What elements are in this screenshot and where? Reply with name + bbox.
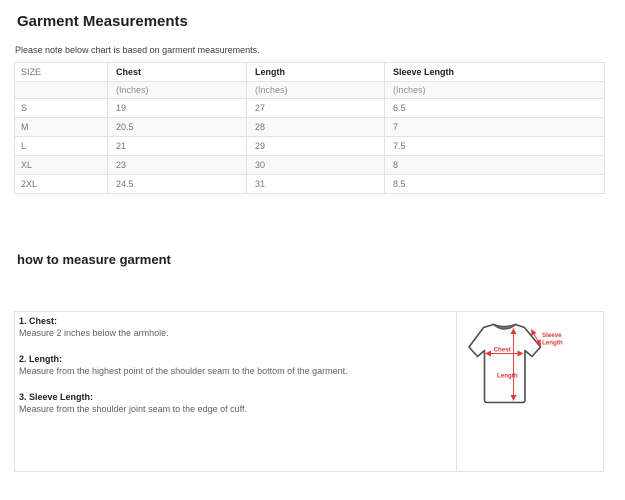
chest-cell: 24.5	[108, 175, 247, 194]
measure-steps-panel: 1. Chest: Measure 2 inches below the arm…	[15, 312, 456, 471]
table-header-row: SIZE Chest Length Sleeve Length	[15, 63, 605, 82]
unit-cell: (Inches)	[108, 82, 247, 99]
length-measure-label: Length	[497, 373, 518, 380]
measure-instructions-box: 1. Chest: Measure 2 inches below the arm…	[14, 311, 604, 472]
step-label: 1. Chest:	[19, 316, 446, 328]
chest-cell: 23	[108, 156, 247, 175]
chest-measure-label: Chest	[494, 347, 511, 354]
length-cell: 31	[247, 175, 385, 194]
unit-cell	[15, 82, 108, 99]
size-cell: M	[15, 118, 108, 137]
measure-step-length: 2. Length: Measure from the highest poin…	[19, 354, 446, 377]
size-chart-table: SIZE Chest Length Sleeve Length (Inches)…	[14, 62, 605, 194]
column-header-size: SIZE	[15, 63, 108, 82]
sleeve-length-measure-label-line1: Sleeve	[542, 332, 562, 339]
step-description: Measure from the highest point of the sh…	[19, 366, 446, 378]
table-row-s: S 19 27 6.5	[15, 99, 605, 118]
sleeve-length-cell: 8.5	[385, 175, 605, 194]
column-header-length: Length	[247, 63, 385, 82]
garment-measurements-page: Garment Measurements Please note below c…	[0, 0, 625, 500]
step-label: 3. Sleeve Length:	[19, 392, 446, 404]
measure-step-chest: 1. Chest: Measure 2 inches below the arm…	[19, 316, 446, 339]
size-cell: 2XL	[15, 175, 108, 194]
table-row-2xl: 2XL 24.5 31 8.5	[15, 175, 605, 194]
size-cell: S	[15, 99, 108, 118]
chest-cell: 20.5	[108, 118, 247, 137]
length-cell: 28	[247, 118, 385, 137]
sleeve-length-cell: 8	[385, 156, 605, 175]
column-header-sleeve-length: Sleeve Length	[385, 63, 605, 82]
sleeve-length-cell: 7	[385, 118, 605, 137]
step-label: 2. Length:	[19, 354, 446, 366]
column-header-chest: Chest	[108, 63, 247, 82]
length-cell: 30	[247, 156, 385, 175]
table-row-xl: XL 23 30 8	[15, 156, 605, 175]
step-description: Measure 2 inches below the armhole.	[19, 328, 446, 340]
chest-cell: 21	[108, 137, 247, 156]
page-note: Please note below chart is based on garm…	[15, 45, 260, 55]
tshirt-diagram: Chest Length Sleeve Length	[463, 314, 568, 419]
sleeve-length-measure-label-line2: Length	[542, 340, 563, 347]
sleeve-length-cell: 6.5	[385, 99, 605, 118]
table-units-row: (Inches) (Inches) (Inches)	[15, 82, 605, 99]
how-to-measure-title: how to measure garment	[17, 252, 171, 267]
size-cell: XL	[15, 156, 108, 175]
tshirt-diagram-panel: Chest Length Sleeve Length	[456, 312, 603, 471]
unit-cell: (Inches)	[385, 82, 605, 99]
page-title: Garment Measurements	[17, 13, 188, 30]
tshirt-outline	[469, 325, 541, 403]
chest-cell: 19	[108, 99, 247, 118]
table-row-m: M 20.5 28 7	[15, 118, 605, 137]
unit-cell: (Inches)	[247, 82, 385, 99]
length-cell: 27	[247, 99, 385, 118]
length-cell: 29	[247, 137, 385, 156]
table-row-l: L 21 29 7.5	[15, 137, 605, 156]
measure-step-sleeve-length: 3. Sleeve Length: Measure from the shoul…	[19, 392, 446, 415]
sleeve-length-cell: 7.5	[385, 137, 605, 156]
step-description: Measure from the shoulder joint seam to …	[19, 404, 446, 416]
size-cell: L	[15, 137, 108, 156]
